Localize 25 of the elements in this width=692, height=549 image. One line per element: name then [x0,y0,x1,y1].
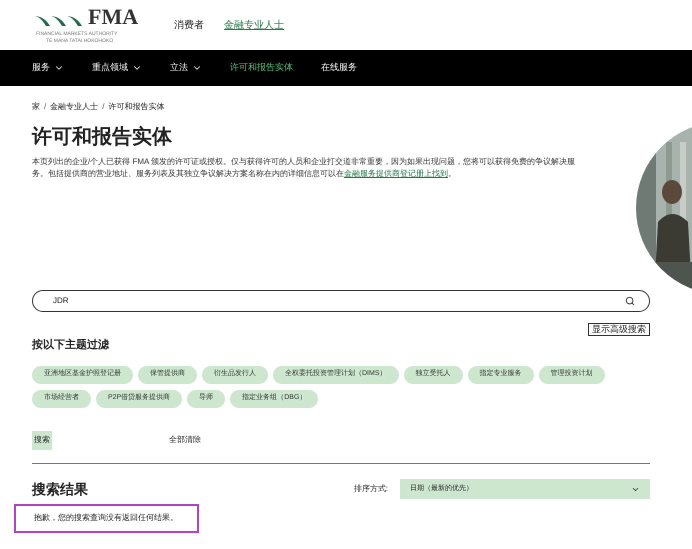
audience-link[interactable]: 金融专业人士 [224,18,284,32]
clear-all-button[interactable]: 全部清除 [169,434,201,446]
sort-label: 排序方式: [354,483,388,495]
breadcrumb-separator: / [44,101,46,113]
nav-item[interactable]: 在线服务 [321,61,357,75]
register-link[interactable]: 金融服务提供商登记册上找到 [344,169,448,178]
nav-item[interactable]: 许可和报告实体 [230,61,293,75]
no-results-message: 抱歉，您的搜索查询没有返回任何结果。 [14,504,199,532]
filter-heading: 按以下主题过滤 [32,338,110,353]
logo-wordmark: FMA [88,6,138,28]
nav-item[interactable]: 重点领域 [92,61,142,75]
results-heading: 搜索结果 [32,480,88,498]
breadcrumb-link[interactable]: 家 [32,101,40,113]
breadcrumb-current: 许可和报告实体 [108,101,164,113]
page-title: 许可和报告实体 [30,125,173,149]
breadcrumb-separator: / [102,101,104,113]
nav-item[interactable]: 服务 [32,61,64,75]
audience-link[interactable]: 消费者 [174,18,204,32]
breadcrumb-link[interactable]: 金融专业人士 [50,101,98,113]
search-button[interactable]: 搜索 [32,430,52,450]
search-field[interactable]: JDR [32,290,650,312]
nav-item[interactable]: 立法 [170,61,202,75]
search-icon [625,296,635,306]
intro-paragraph: 本页列出的企业/个人已获得 FMA 颁发的许可证或授权。仅与获得许可的人员和企业打交道非常重要，因为如果出现问题，您将可以获得免费的争议解决服务。包括提供商的营业地址、服务列表及其独立争议解决方案名称在内的详细信息可以在金融服务提供商登记册上找到。 [31,156,576,180]
advanced-search-button[interactable]: 显示高级搜索 [588,323,650,336]
